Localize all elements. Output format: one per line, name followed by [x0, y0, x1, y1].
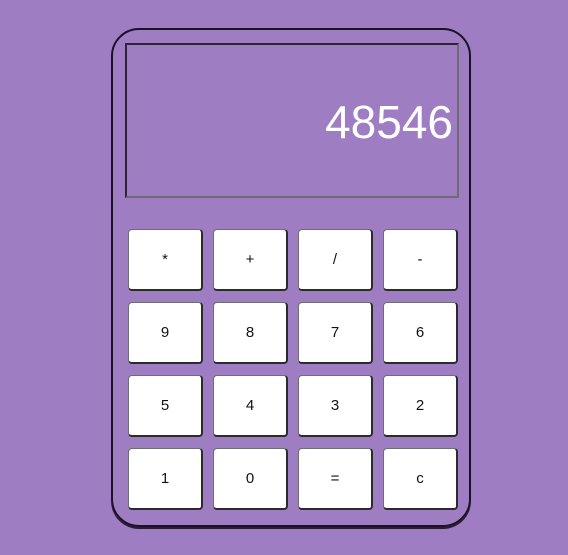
equals-key[interactable]: =	[298, 448, 373, 510]
digit-6-key[interactable]: 6	[383, 302, 458, 364]
divide-key[interactable]: /	[298, 229, 373, 291]
multiply-key[interactable]: *	[128, 229, 203, 291]
digit-3-key[interactable]: 3	[298, 375, 373, 437]
clear-key[interactable]: c	[383, 448, 458, 510]
add-key[interactable]: +	[213, 229, 288, 291]
calculator-display: 48546	[125, 43, 459, 198]
keypad: * + / - 9 8 7 6 5 4 3 2 1 0 = c	[128, 229, 460, 510]
digit-9-key[interactable]: 9	[128, 302, 203, 364]
digit-2-key[interactable]: 2	[383, 375, 458, 437]
display-value: 48546	[325, 96, 453, 148]
digit-4-key[interactable]: 4	[213, 375, 288, 437]
digit-8-key[interactable]: 8	[213, 302, 288, 364]
digit-7-key[interactable]: 7	[298, 302, 373, 364]
digit-0-key[interactable]: 0	[213, 448, 288, 510]
subtract-key[interactable]: -	[383, 229, 458, 291]
digit-5-key[interactable]: 5	[128, 375, 203, 437]
digit-1-key[interactable]: 1	[128, 448, 203, 510]
calculator-body: 48546 * + / - 9 8 7 6 5 4 3 2 1 0 = c	[111, 28, 471, 527]
